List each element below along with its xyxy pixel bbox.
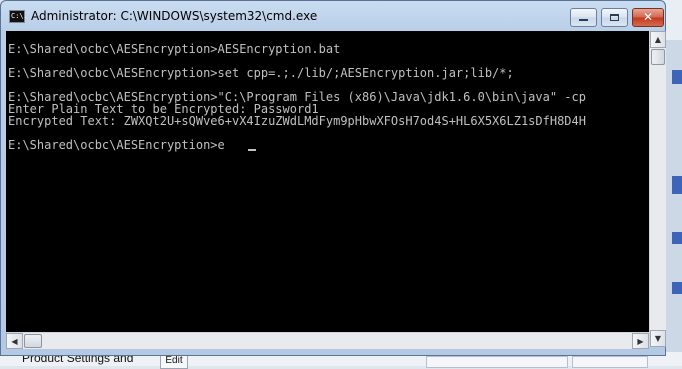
background-app-field <box>572 356 648 368</box>
cmd-window: C:\. Administrator: C:\WINDOWS\system32\… <box>0 0 666 356</box>
close-icon: ✕ <box>642 10 654 24</box>
vertical-scroll-thumb[interactable] <box>651 49 665 65</box>
background-app-blue-block <box>672 176 682 194</box>
background-app-edge <box>664 0 682 366</box>
background-app-blue-block <box>672 282 682 294</box>
console-line: E:\Shared\ocbc\AESEncryption>e <box>8 138 225 152</box>
window-title: Administrator: C:\WINDOWS\system32\cmd.e… <box>31 9 318 23</box>
title-bar[interactable]: C:\. Administrator: C:\WINDOWS\system32\… <box>1 1 665 31</box>
horizontal-scroll-thumb[interactable] <box>24 334 42 348</box>
scroll-down-button[interactable]: ▼ <box>650 330 666 347</box>
maximize-icon <box>610 14 619 21</box>
background-app-field <box>426 356 568 368</box>
console-line: Encrypted Text: ZWXQt2U+sQWve6+vX4IzuZWd… <box>8 114 586 128</box>
background-app-blue-block <box>672 232 682 244</box>
scroll-left-button[interactable]: ◀ <box>6 333 23 349</box>
close-button[interactable]: ✕ <box>632 8 664 27</box>
maximize-button[interactable] <box>601 8 628 27</box>
arrow-up-icon: ▲ <box>654 35 662 44</box>
cmd-app-icon[interactable]: C:\. <box>9 10 28 23</box>
background-app-blue-block <box>672 70 682 84</box>
minimize-icon <box>579 19 588 21</box>
console-line: E:\Shared\ocbc\AESEncryption>AESEncrypti… <box>8 42 341 56</box>
console-line: E:\Shared\ocbc\AESEncryption>set cpp=.;.… <box>8 66 514 80</box>
text-cursor <box>248 149 256 151</box>
vertical-scrollbar[interactable]: ▲ ▼ <box>649 31 666 347</box>
minimize-button[interactable] <box>570 8 597 27</box>
arrow-right-icon: ▶ <box>637 337 644 346</box>
arrow-left-icon: ◀ <box>11 337 18 346</box>
horizontal-scrollbar[interactable]: ◀ ▶ <box>6 332 649 349</box>
scroll-up-button[interactable]: ▲ <box>650 31 666 48</box>
arrow-down-icon: ▼ <box>654 334 662 343</box>
console-output[interactable]: E:\Shared\ocbc\AESEncryption>AESEncrypti… <box>6 31 649 332</box>
scroll-right-button[interactable]: ▶ <box>632 333 649 349</box>
